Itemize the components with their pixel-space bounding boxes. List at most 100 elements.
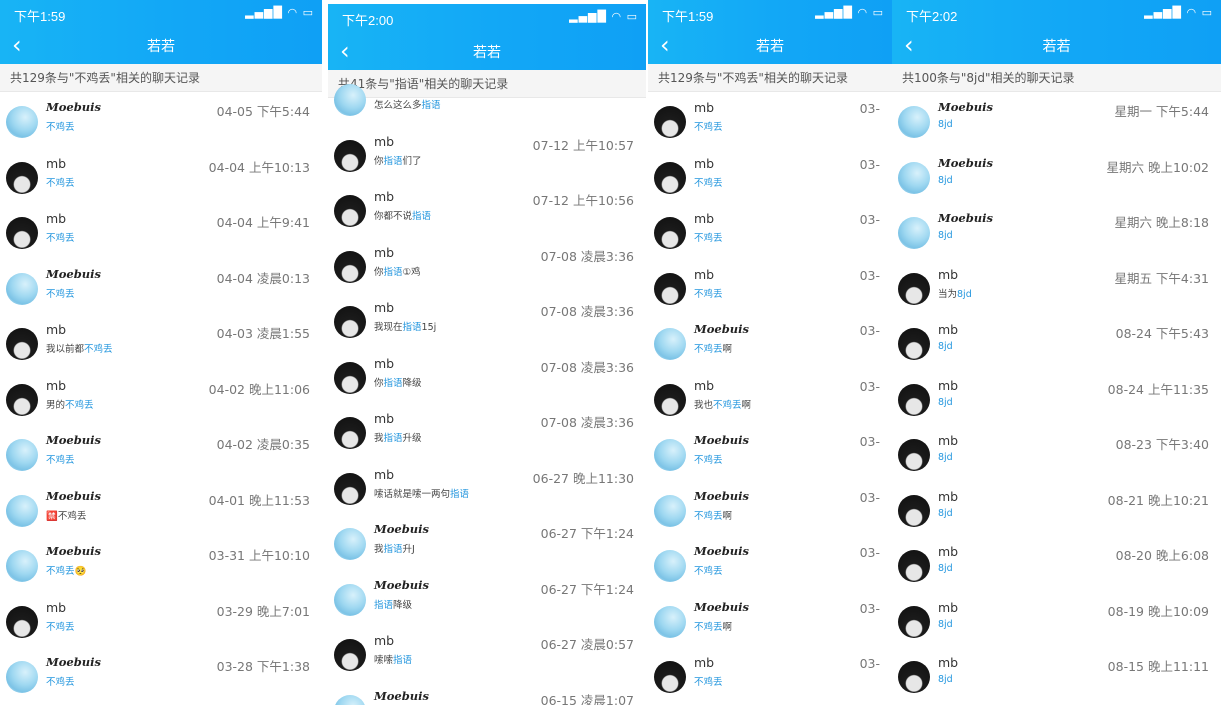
avatar[interactable] <box>898 605 930 638</box>
result-row[interactable]: mb 不鸡丢 04-04 上午10:13 <box>0 148 322 203</box>
result-row[interactable]: mb 8jd 08-19 晚上10:09 <box>892 592 1221 647</box>
avatar[interactable] <box>334 250 366 283</box>
result-row[interactable]: Moebuis 不鸡丢🥺 03-31 上午10:10 <box>0 536 322 591</box>
avatar[interactable] <box>334 306 366 338</box>
result-row[interactable]: mb 我指语升级 07-08 凌晨3:36 <box>328 403 646 458</box>
avatar[interactable] <box>654 272 686 305</box>
result-row[interactable]: mb 你都不说指语 07-12 上午10:56 <box>328 181 646 236</box>
avatar[interactable] <box>654 494 686 527</box>
signal-icon: ▂▄▆█ <box>569 10 607 23</box>
avatar[interactable] <box>6 605 38 638</box>
avatar[interactable] <box>334 472 366 505</box>
result-row[interactable]: mb 8jd 08-20 晚上6:08 <box>892 536 1221 591</box>
avatar[interactable] <box>654 217 686 249</box>
result-row[interactable]: mb 不鸡丢 03- <box>648 92 892 147</box>
result-row[interactable]: mb 不鸡丢 04-04 上午9:41 <box>0 203 322 258</box>
result-row[interactable]: mb 8jd 08-24 下午5:43 <box>892 314 1221 369</box>
result-row[interactable]: Moebuis 指语降级 06-27 下午1:24 <box>328 570 646 625</box>
avatar[interactable] <box>654 106 686 138</box>
result-row[interactable]: mb 我也不鸡丢啊 03- <box>648 370 892 425</box>
avatar[interactable] <box>6 494 38 527</box>
result-row[interactable]: Moebuis 8jd 星期一 下午5:44 <box>892 92 1221 147</box>
result-row[interactable]: Moebuis 不鸡丢 03- <box>648 536 892 591</box>
avatar[interactable] <box>334 84 366 116</box>
result-row[interactable]: mb 不鸡丢 03-29 晚上7:01 <box>0 592 322 647</box>
avatar[interactable] <box>6 439 38 471</box>
result-row[interactable]: mb 8jd 08-21 晚上10:21 <box>892 481 1221 536</box>
avatar[interactable] <box>334 528 366 560</box>
message-preview: 不鸡丢🥺 <box>46 563 86 577</box>
avatar[interactable] <box>898 661 930 693</box>
keyword-highlight: 不鸡丢 <box>694 510 723 522</box>
avatar[interactable] <box>654 383 686 416</box>
avatar[interactable] <box>6 217 38 249</box>
result-row[interactable]: mb 我现在指语15j 07-08 凌晨3:36 <box>328 292 646 347</box>
result-row[interactable]: Moebuis 不鸡丢啊 03- <box>648 592 892 647</box>
result-row[interactable]: mb 8jd 08-23 下午3:40 <box>892 425 1221 480</box>
result-row[interactable]: mb 不鸡丢 03- <box>648 203 892 258</box>
avatar[interactable] <box>334 361 366 394</box>
avatar[interactable] <box>898 328 930 360</box>
avatar[interactable] <box>334 694 366 705</box>
avatar[interactable] <box>6 661 38 693</box>
avatar[interactable] <box>334 639 366 671</box>
avatar[interactable] <box>334 417 366 449</box>
avatar[interactable] <box>334 195 366 227</box>
result-row[interactable]: Moebuis 我指语升J 06-27 下午1:24 <box>328 514 646 569</box>
avatar[interactable] <box>334 139 366 172</box>
result-row[interactable]: Moebuis 不鸡丢 04-05 下午5:44 <box>0 92 322 147</box>
result-row[interactable]: Moebuis 不鸡丢 03- <box>648 425 892 480</box>
avatar[interactable] <box>898 494 930 527</box>
message-preview: 8jd <box>938 230 953 241</box>
message-preview: 🈲不鸡丢 <box>46 508 86 522</box>
result-row[interactable]: mb 当为8jd 星期五 下午4:31 <box>892 259 1221 314</box>
avatar[interactable] <box>6 328 38 360</box>
result-row[interactable]: Moebuis 06-15 凌晨1:07 <box>328 681 646 705</box>
avatar[interactable] <box>6 106 38 138</box>
message-time: 07-08 凌晨3:36 <box>540 248 634 264</box>
avatar[interactable] <box>898 106 930 138</box>
avatar[interactable] <box>654 605 686 638</box>
result-row[interactable]: 怎么这么多指语 <box>328 70 646 125</box>
result-row[interactable]: Moebuis 不鸡丢 03-28 下午1:38 <box>0 647 322 702</box>
avatar[interactable] <box>898 217 930 249</box>
avatar[interactable] <box>654 550 686 582</box>
result-row[interactable]: mb 你指语降级 07-08 凌晨3:36 <box>328 348 646 403</box>
avatar[interactable] <box>898 439 930 471</box>
avatar[interactable] <box>6 550 38 582</box>
avatar[interactable] <box>334 583 366 616</box>
result-row[interactable]: mb 男的不鸡丢 04-02 晚上11:06 <box>0 370 322 425</box>
result-row[interactable]: mb 你指语们了 07-12 上午10:57 <box>328 126 646 181</box>
avatar[interactable] <box>898 550 930 582</box>
avatar[interactable] <box>6 272 38 305</box>
result-row[interactable]: mb 不鸡丢 03- <box>648 259 892 314</box>
avatar[interactable] <box>898 272 930 305</box>
result-row[interactable]: Moebuis 不鸡丢 04-04 凌晨0:13 <box>0 259 322 314</box>
result-row[interactable]: Moebuis 8jd 星期六 晚上8:18 <box>892 203 1221 258</box>
avatar[interactable] <box>654 161 686 194</box>
avatar[interactable] <box>6 383 38 416</box>
result-row[interactable]: Moebuis 不鸡丢啊 03- <box>648 481 892 536</box>
result-row[interactable]: mb 你指语①鸡 07-08 凌晨3:36 <box>328 237 646 292</box>
result-row[interactable]: mb 嗦嗦指语 06-27 凌晨0:57 <box>328 625 646 680</box>
message-time: 08-23 下午3:40 <box>1115 437 1209 452</box>
avatar[interactable] <box>6 161 38 194</box>
message-time: 08-21 晚上10:21 <box>1107 492 1209 508</box>
avatar[interactable] <box>898 383 930 416</box>
result-row[interactable]: mb 8jd 08-24 上午11:35 <box>892 370 1221 425</box>
result-row[interactable]: Moebuis 不鸡丢啊 03- <box>648 314 892 369</box>
result-row[interactable]: mb 8jd 08-15 晚上11:11 <box>892 647 1221 702</box>
avatar[interactable] <box>654 661 686 693</box>
keyword-highlight: 8jd <box>938 618 953 630</box>
avatar[interactable] <box>654 439 686 471</box>
result-row[interactable]: Moebuis 不鸡丢 04-02 凌晨0:35 <box>0 425 322 480</box>
result-row[interactable]: mb 不鸡丢 03- <box>648 647 892 702</box>
result-row[interactable]: Moebuis 8jd 星期六 晚上10:02 <box>892 148 1221 203</box>
result-row[interactable]: Moebuis 🈲不鸡丢 04-01 晚上11:53 <box>0 481 322 536</box>
result-row[interactable]: mb 我以前都不鸡丢 04-03 凌晨1:55 <box>0 314 322 369</box>
message-preview: 不鸡丢 <box>46 452 75 466</box>
avatar[interactable] <box>898 161 930 194</box>
result-row[interactable]: mb 嗦话就是嗦一两句指语 06-27 晚上11:30 <box>328 459 646 514</box>
avatar[interactable] <box>654 328 686 360</box>
result-row[interactable]: mb 不鸡丢 03- <box>648 148 892 203</box>
